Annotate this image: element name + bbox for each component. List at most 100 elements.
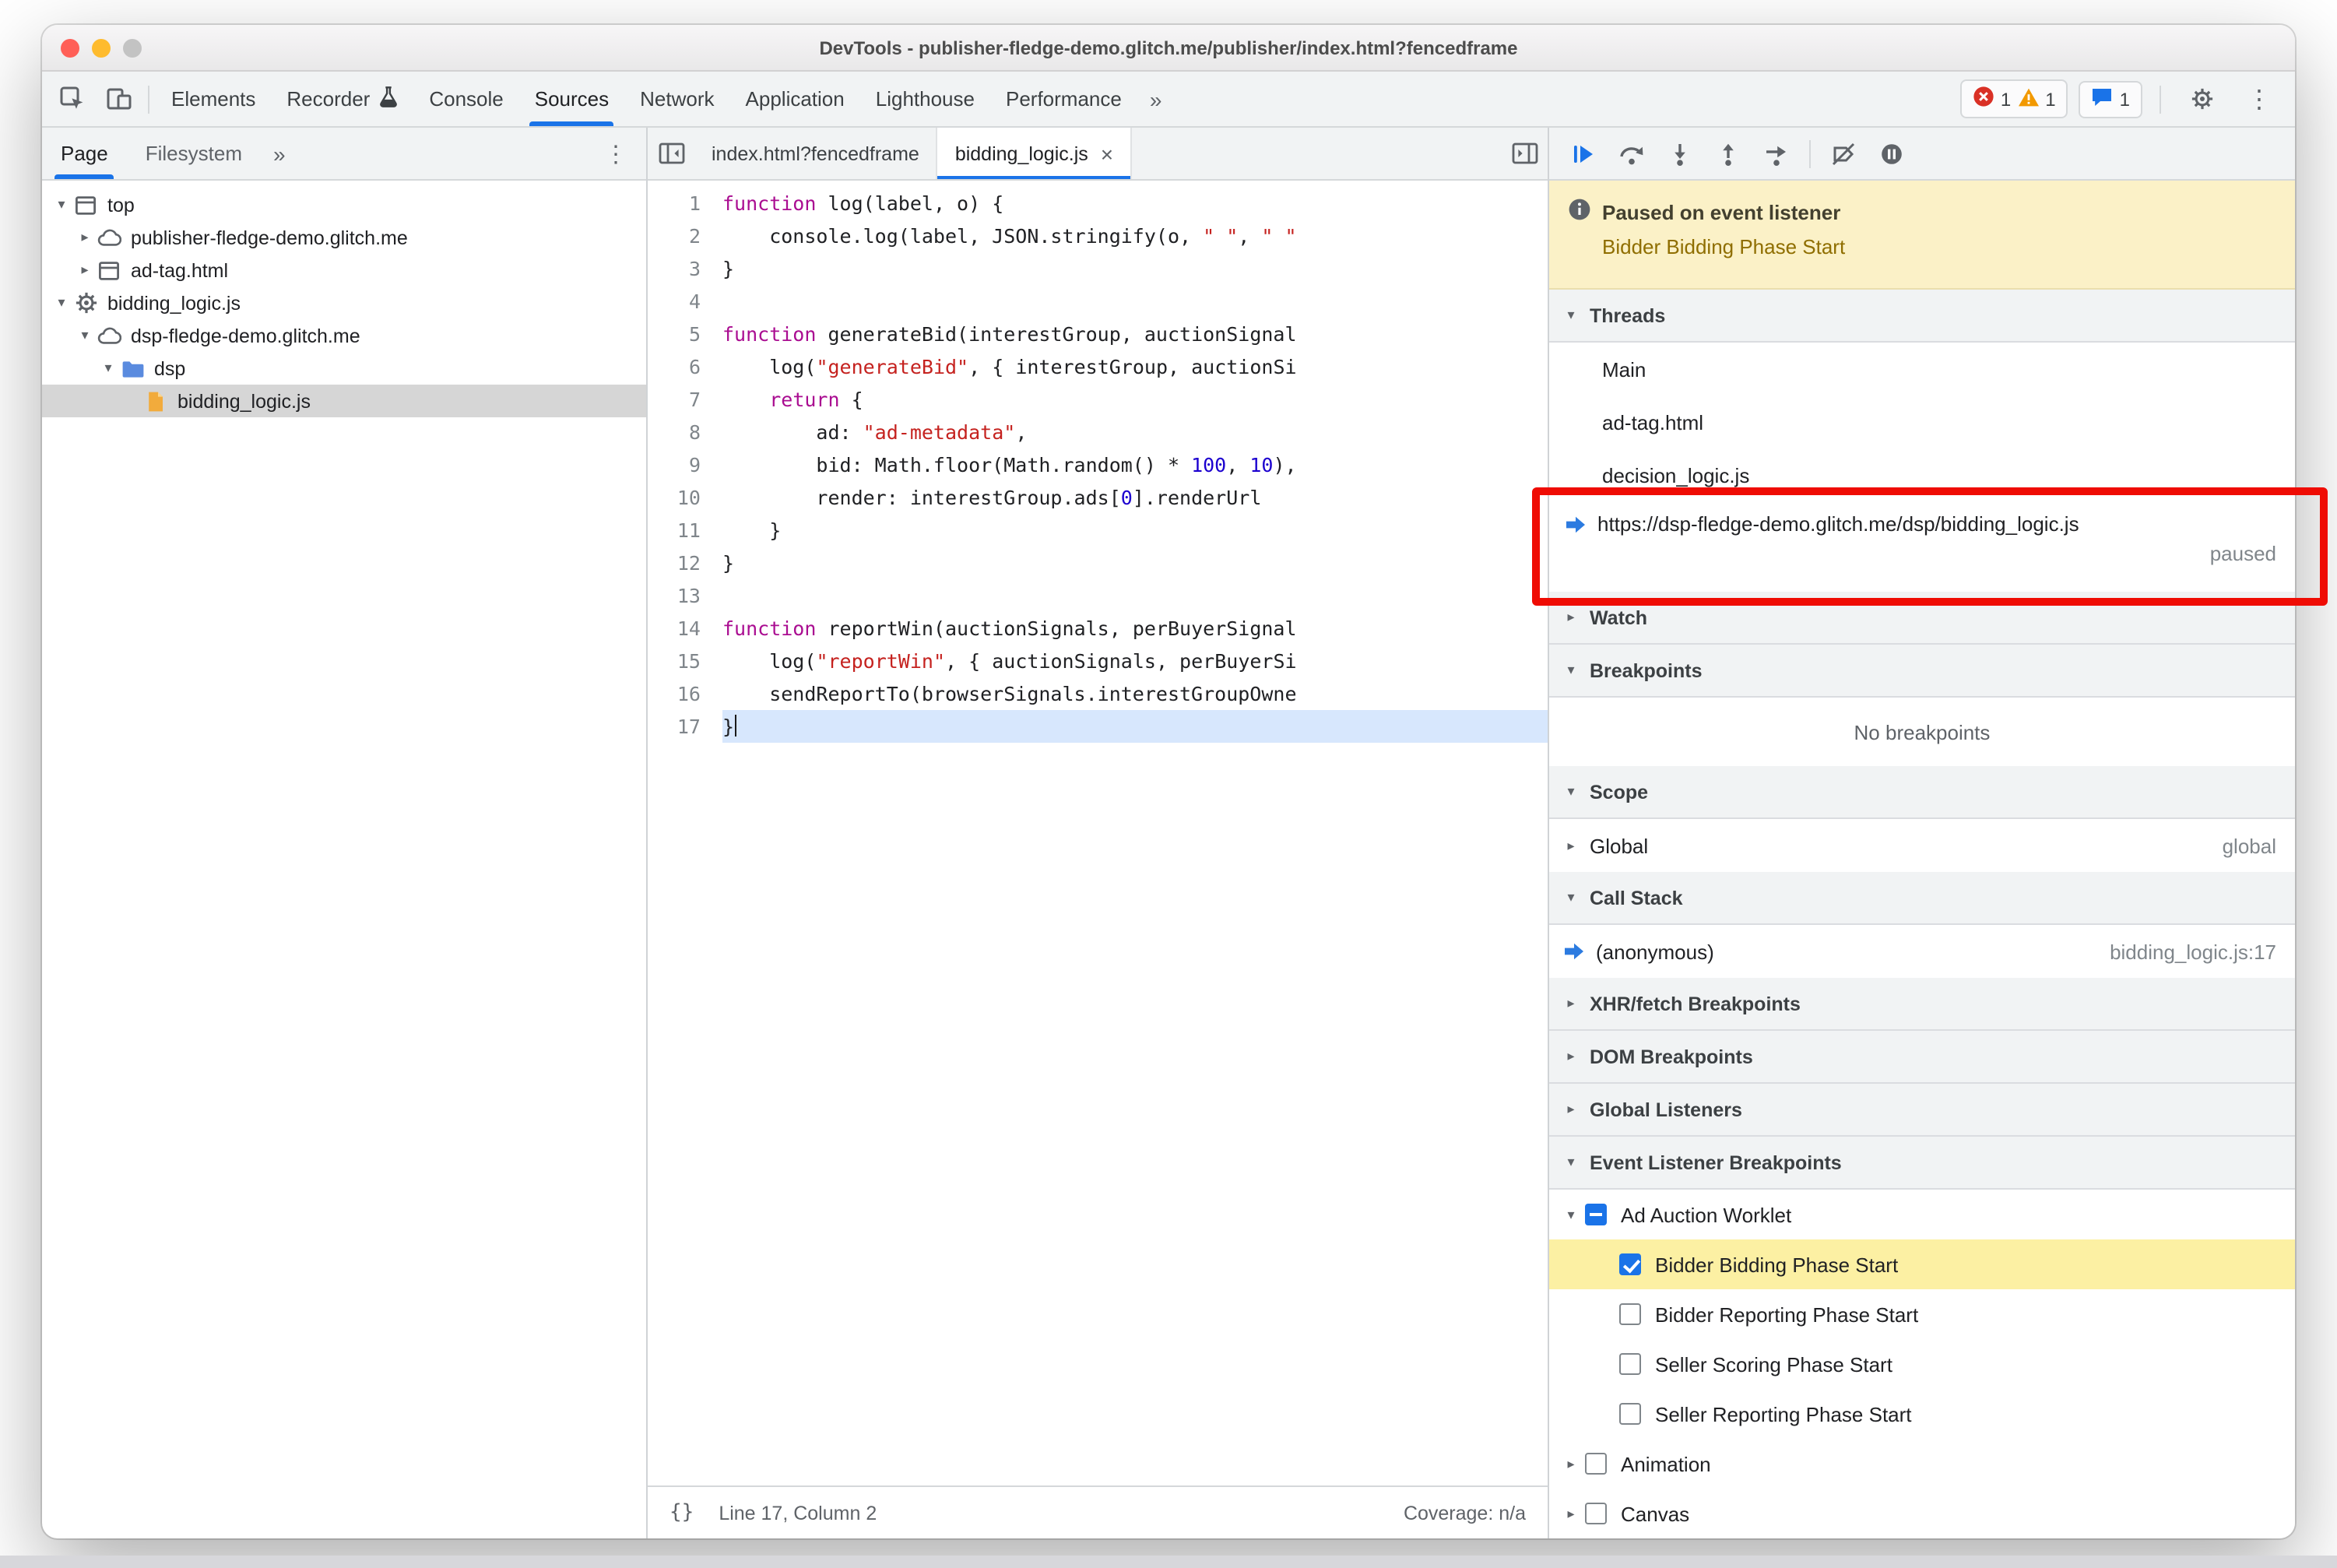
code-line[interactable]: 8 ad: "ad-metadata",: [648, 416, 1548, 448]
tab-network[interactable]: Network: [624, 72, 729, 126]
deactivate-breakpoints-button[interactable]: [1822, 133, 1865, 174]
close-window-button[interactable]: [61, 38, 79, 57]
tab-sources[interactable]: Sources: [519, 72, 624, 126]
tree-item-bidding-logic-js[interactable]: bidding_logic.js: [42, 385, 646, 417]
checkbox[interactable]: [1585, 1503, 1607, 1524]
issues-badge[interactable]: 1: [2079, 80, 2142, 118]
step-into-button[interactable]: [1658, 133, 1702, 174]
thread-row[interactable]: decision_logic.js: [1549, 448, 2295, 501]
code-editor[interactable]: 1 function log(label, o) {2 console.log(l…: [648, 181, 1548, 1485]
scope-global-row[interactable]: ▸ Global global: [1549, 819, 2295, 872]
code-line[interactable]: 2 console.log(label, JSON.stringify(o, "…: [648, 220, 1548, 252]
section-watch[interactable]: ▸ Watch: [1549, 592, 2295, 645]
tree-item-label: bidding_logic.js: [177, 390, 311, 412]
tree-item-dsp[interactable]: ▾ dsp: [42, 352, 646, 385]
code-line[interactable]: 14 function reportWin(auctionSignals, per…: [648, 612, 1548, 645]
tree-item-ad-tag-html[interactable]: ▸ ad-tag.html: [42, 254, 646, 287]
call-stack-frame[interactable]: (anonymous) bidding_logic.js:17: [1549, 925, 2295, 978]
checkbox[interactable]: [1619, 1303, 1641, 1325]
code-token: " ": [1203, 224, 1239, 248]
code-text: }: [722, 252, 1548, 285]
console-status-badge[interactable]: 1 1: [1959, 79, 2068, 118]
event-listener-breakpoint-row[interactable]: Seller Scoring Phase Start: [1549, 1339, 2295, 1389]
window-titlebar: DevTools - publisher-fledge-demo.glitch.…: [42, 25, 2295, 72]
event-listener-breakpoint-row[interactable]: ▸ Canvas: [1549, 1489, 2295, 1538]
event-listener-breakpoint-row[interactable]: Bidder Reporting Phase Start: [1549, 1289, 2295, 1339]
event-listener-breakpoint-row[interactable]: ▾ Ad Auction Worklet: [1549, 1190, 2295, 1239]
more-navigator-tabs-button[interactable]: »: [261, 141, 298, 166]
tab-recorder[interactable]: Recorder: [271, 72, 413, 126]
zoom-window-button[interactable]: [123, 38, 142, 57]
close-tab-icon[interactable]: ×: [1101, 141, 1113, 166]
code-line[interactable]: 17}: [648, 710, 1548, 743]
inspect-element-button[interactable]: [48, 77, 95, 121]
code-token: ].renderUrl: [1132, 486, 1262, 509]
thread-row[interactable]: ad-tag.html: [1549, 396, 2295, 448]
editor-tab-bidding-logic[interactable]: bidding_logic.js ×: [937, 128, 1133, 179]
section-xhr-breakpoints[interactable]: ▸ XHR/fetch Breakpoints: [1549, 978, 2295, 1031]
editor-tab-index-html[interactable]: index.html?fencedframe: [694, 128, 938, 179]
resume-button[interactable]: [1562, 133, 1605, 174]
event-listener-breakpoint-row[interactable]: Seller Reporting Phase Start: [1549, 1389, 2295, 1439]
code-token: "reportWin": [816, 649, 946, 673]
device-toolbar-button[interactable]: [95, 77, 142, 121]
section-call-stack[interactable]: ▾ Call Stack: [1549, 872, 2295, 925]
more-options-button[interactable]: ⋮: [2236, 77, 2283, 121]
checkbox[interactable]: [1619, 1253, 1641, 1275]
navigator-menu-button[interactable]: ⋮: [585, 139, 646, 167]
settings-gear-icon[interactable]: [2178, 77, 2225, 121]
checkbox[interactable]: [1619, 1353, 1641, 1375]
minimize-window-button[interactable]: [92, 38, 111, 57]
code-line[interactable]: 11 }: [648, 514, 1548, 547]
disclosure-icon: ▸: [1567, 1455, 1575, 1471]
tab-lighthouse[interactable]: Lighthouse: [860, 72, 990, 126]
step-out-button[interactable]: [1706, 133, 1750, 174]
tree-item-publisher-fledge-demo-glitch-me[interactable]: ▸ publisher-fledge-demo.glitch.me: [42, 221, 646, 254]
code-line[interactable]: 6 log("generateBid", { interestGroup, au…: [648, 350, 1548, 383]
cloud-icon: [95, 323, 123, 348]
code-line[interactable]: 12}: [648, 547, 1548, 579]
code-line[interactable]: 3}: [648, 252, 1548, 285]
code-line[interactable]: 13: [648, 579, 1548, 612]
checkbox[interactable]: [1585, 1453, 1607, 1475]
event-listener-breakpoint-row[interactable]: ▸ Animation: [1549, 1439, 2295, 1489]
code-token: }: [722, 519, 782, 542]
tree-item-bidding-logic-js[interactable]: ▾ bidding_logic.js: [42, 287, 646, 319]
section-breakpoints[interactable]: ▾ Breakpoints: [1549, 645, 2295, 698]
tab-application[interactable]: Application: [730, 72, 860, 126]
checkbox[interactable]: [1585, 1204, 1607, 1225]
event-listener-breakpoint-row[interactable]: Bidder Bidding Phase Start: [1549, 1239, 2295, 1289]
checkbox[interactable]: [1619, 1403, 1641, 1425]
tab-filesystem[interactable]: Filesystem: [127, 128, 261, 179]
toggle-debugger-sidebar-button[interactable]: [1501, 128, 1548, 179]
section-event-listener-breakpoints[interactable]: ▾ Event Listener Breakpoints: [1549, 1137, 2295, 1190]
disclosure-icon: ▸: [1567, 1101, 1575, 1116]
toggle-navigator-button[interactable]: [648, 128, 694, 179]
code-line[interactable]: 9 bid: Math.floor(Math.random() * 100, 1…: [648, 448, 1548, 481]
code-line[interactable]: 15 log("reportWin", { auctionSignals, pe…: [648, 645, 1548, 677]
code-line[interactable]: 7 return {: [648, 383, 1548, 416]
section-global-listeners[interactable]: ▸ Global Listeners: [1549, 1084, 2295, 1137]
tab-performance[interactable]: Performance: [990, 72, 1137, 126]
code-line[interactable]: 4: [648, 285, 1548, 318]
code-token: 10: [1249, 453, 1274, 476]
code-line[interactable]: 5 function generateBid(interestGroup, auc…: [648, 318, 1548, 350]
tree-item-top[interactable]: ▾ top: [42, 188, 646, 221]
section-dom-breakpoints[interactable]: ▸ DOM Breakpoints: [1549, 1031, 2295, 1084]
tree-item-dsp-fledge-demo-glitch-me[interactable]: ▾ dsp-fledge-demo.glitch.me: [42, 319, 646, 352]
step-over-button[interactable]: [1610, 133, 1653, 174]
tab-console[interactable]: Console: [413, 72, 518, 126]
code-line[interactable]: 1 function log(label, o) {: [648, 187, 1548, 220]
pretty-print-button[interactable]: {}: [669, 1501, 694, 1524]
thread-row-active[interactable]: https://dsp-fledge-demo.glitch.me/dsp/bi…: [1549, 501, 2295, 592]
pause-exceptions-button[interactable]: [1870, 133, 1914, 174]
more-panels-button[interactable]: »: [1137, 86, 1175, 111]
step-button[interactable]: [1755, 133, 1798, 174]
tab-elements[interactable]: Elements: [156, 72, 271, 126]
section-scope[interactable]: ▾ Scope: [1549, 766, 2295, 819]
code-line[interactable]: 16 sendReportTo(browserSignals.interestG…: [648, 677, 1548, 710]
section-threads[interactable]: ▾ Threads: [1549, 290, 2295, 343]
code-line[interactable]: 10 render: interestGroup.ads[0].renderUr…: [648, 481, 1548, 514]
tab-page[interactable]: Page: [42, 128, 127, 179]
thread-row[interactable]: Main: [1549, 343, 2295, 396]
